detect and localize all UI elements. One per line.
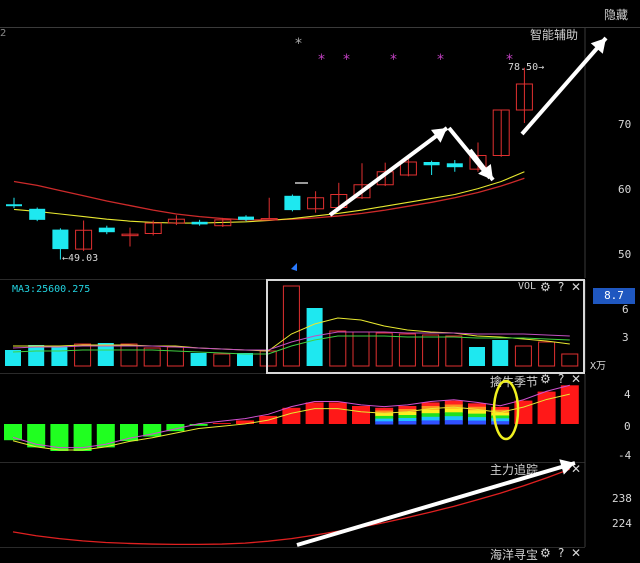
- main-force-arrow: [296, 461, 576, 547]
- main-force-arrow-head: [559, 459, 575, 475]
- trend-arrow-3: [520, 36, 608, 136]
- annotation-overlay: [266, 36, 608, 547]
- highlight-box: [266, 279, 585, 374]
- trend-arrow-1: [328, 126, 449, 217]
